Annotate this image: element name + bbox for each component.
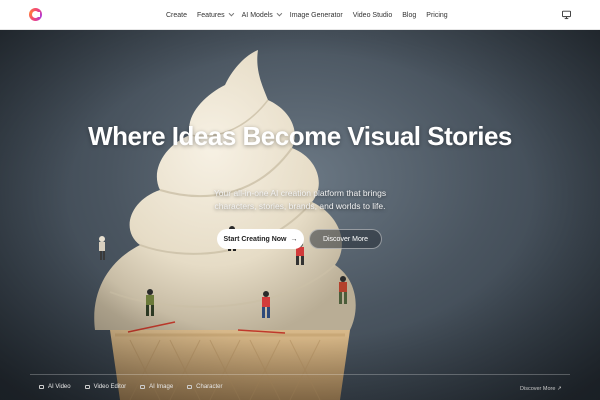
arrow-right-icon: → (290, 235, 298, 243)
nav-image-generator-label: Image Generator (289, 11, 343, 19)
monitor-icon[interactable] (562, 10, 571, 20)
discover-more-button[interactable]: Discover More (309, 229, 382, 249)
bottom-divider (30, 374, 570, 375)
nav-image-generator[interactable]: Image Generator (290, 12, 343, 19)
feature-video-editor-label: Video Editor (93, 384, 127, 390)
hero-headline: Where Ideas Become Visual Stories (88, 121, 512, 151)
feature-links: AI Video Video Editor AI Image Character (39, 384, 237, 390)
hero-background-image (0, 30, 600, 400)
hero-section (0, 30, 600, 400)
start-creating-button[interactable]: Start Creating Now → (217, 229, 304, 249)
nav-video-studio[interactable]: Video Studio (353, 12, 393, 19)
editor-icon (84, 385, 90, 389)
nav-ai-models[interactable]: AI Models (241, 10, 283, 19)
video-icon (39, 385, 44, 389)
nav-blog-label: Blog (402, 11, 417, 19)
chevron-down-icon (228, 10, 234, 17)
feature-ai-video[interactable]: AI Video (39, 384, 71, 390)
discover-more-label: Discover More (322, 235, 369, 243)
feature-ai-image[interactable]: AI Image (140, 384, 173, 390)
main-menu: Create Features AI Models Image Generato… (166, 0, 458, 30)
arrow-up-right-icon: ↗ (556, 386, 562, 392)
feature-character[interactable]: Character (187, 384, 223, 390)
nav-pricing-label: Pricing (426, 11, 448, 19)
character-icon (187, 385, 193, 389)
feature-ai-image-label: AI Image (149, 384, 174, 390)
feature-ai-video-label: AI Video (48, 384, 71, 390)
nav-video-studio-label: Video Studio (352, 11, 393, 19)
discover-more-link[interactable]: Discover More ↗ (520, 386, 562, 392)
brand-logo-icon[interactable] (29, 8, 42, 21)
start-creating-label: Start Creating Now (223, 235, 287, 243)
hero-subtitle: Your all-in-one AI creation platform tha… (213, 188, 387, 211)
chevron-down-icon (276, 10, 283, 17)
nav-features[interactable]: Features (197, 10, 234, 19)
image-icon (140, 385, 146, 389)
feature-video-editor[interactable]: Video Editor (84, 384, 127, 390)
nav-create-label: Create (166, 11, 188, 19)
feature-character-label: Character (196, 384, 223, 390)
nav-blog[interactable]: Blog (402, 12, 416, 19)
nav-features-label: Features (197, 11, 225, 19)
top-navbar: Create Features AI Models Image Generato… (0, 0, 600, 30)
nav-create[interactable]: Create (166, 12, 187, 19)
discover-more-link-label: Discover More (520, 386, 556, 392)
nav-ai-models-label: AI Models (241, 11, 273, 19)
nav-pricing[interactable]: Pricing (426, 12, 447, 19)
